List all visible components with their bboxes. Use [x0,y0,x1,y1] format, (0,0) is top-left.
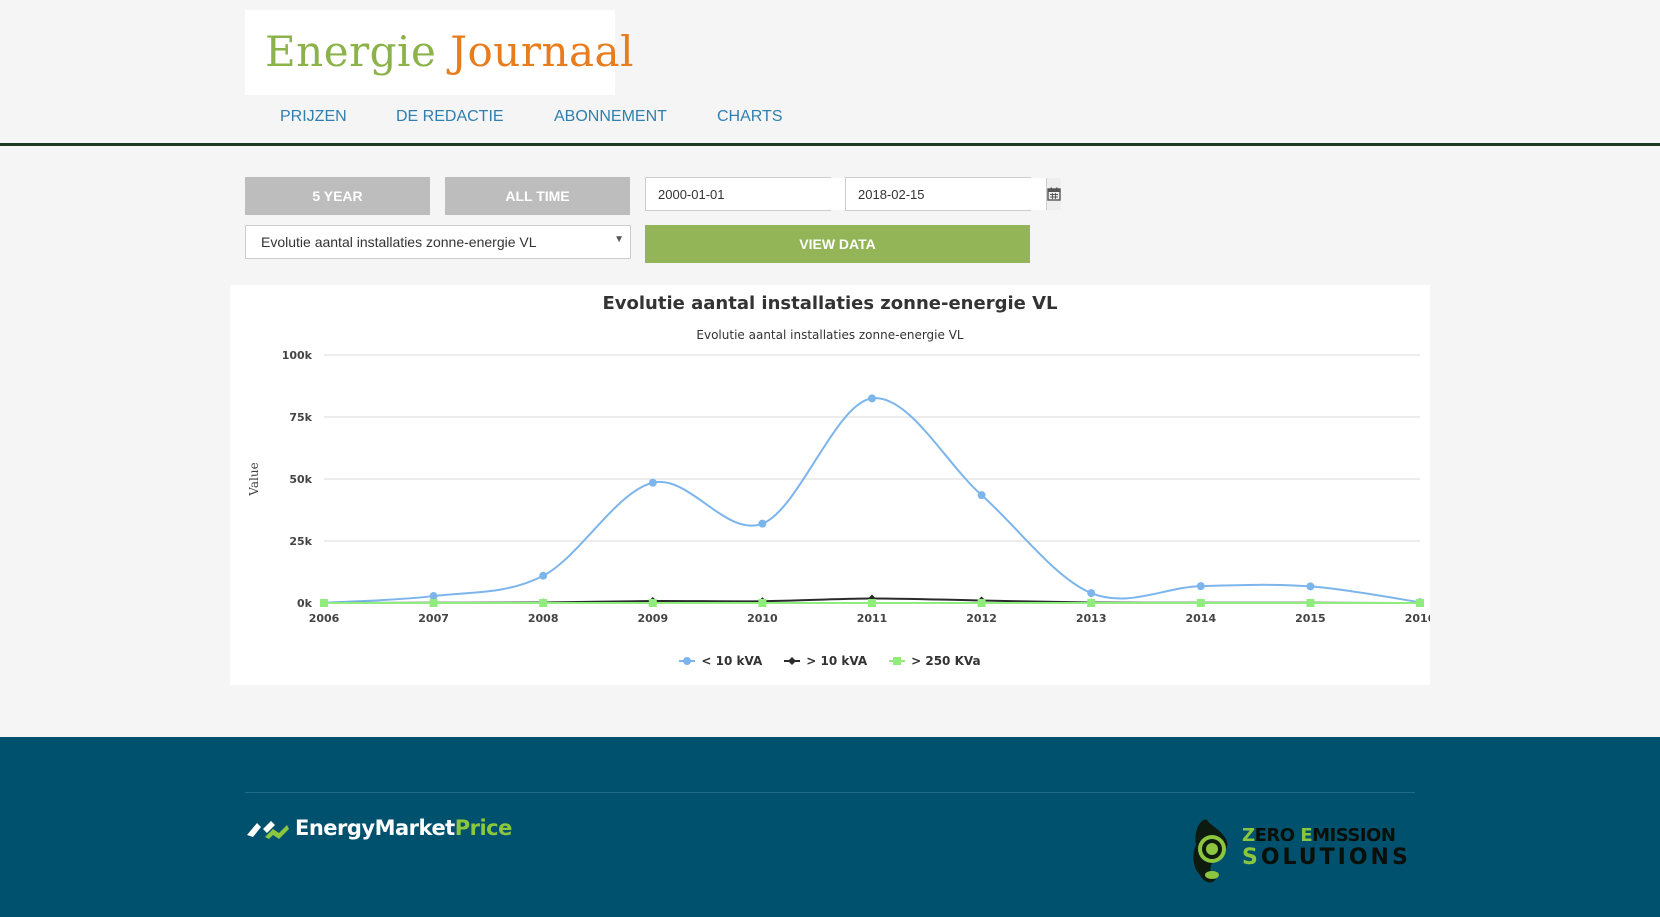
footer: EnergyMarketPrice ZERO EMISSION SOLUTION… [0,737,1660,917]
legend-item-0[interactable]: < 10 kVA [679,654,762,668]
series-0-point [1087,589,1096,598]
x-tick-label: 2014 [1185,612,1216,625]
zero-emission-text: ZERO EMISSION [1242,825,1396,846]
y-tick-label: 75k [289,411,312,424]
nav-item-prijzen[interactable]: PRIJZEN [280,108,347,126]
x-tick-label: 2013 [1076,612,1107,625]
chart-legend: < 10 kVA > 10 kVA > 250 KVa [230,654,1430,668]
zero-emission-swirl-icon [1193,819,1228,883]
series-0-point [758,519,767,528]
series-2-point [1087,599,1096,607]
x-tick-label: 2015 [1295,612,1326,625]
series-0-point [1196,582,1205,591]
all-time-button[interactable]: ALL TIME [445,177,630,215]
series-2-point [977,599,986,607]
series-2-point [320,599,328,607]
logo-text: Energie Journaal [265,28,634,76]
five-year-button[interactable]: 5 YEAR [245,177,430,215]
legend-marker-icon [889,657,906,665]
legend-label: > 250 KVa [911,654,981,668]
site-logo[interactable]: Energie Journaal [245,10,634,95]
series-2-point [429,599,438,607]
nav-item-de-redactie[interactable]: DE REDACTIE [396,108,504,126]
series-0-line [323,397,1421,604]
view-data-button[interactable]: VIEW DATA [645,225,1030,263]
series-0-point [868,394,876,403]
x-tick-label: 2006 [309,612,340,625]
series-0-point [648,478,657,487]
x-tick-label: 2016 [1405,612,1430,625]
series-2-point [868,599,876,607]
legend-label: > 10 kVA [806,654,868,668]
legend-label: < 10 kVA [701,654,763,668]
date-from-input[interactable] [646,178,846,210]
date-to-input[interactable] [846,178,1046,210]
legend-marker-icon [784,657,801,665]
series-2-point [758,599,767,607]
x-tick-label: 2009 [637,612,668,625]
legend-item-1[interactable]: > 10 kVA [784,654,867,668]
chart-panel: Evolutie aantal installaties zonne-energ… [230,285,1430,685]
legend-marker-icon [679,657,696,665]
series-2-point [1416,599,1424,607]
logo-word-energie: Energie [265,27,437,76]
y-tick-label: 25k [289,535,312,548]
series-2-point [648,599,657,607]
date-from-group [645,177,861,211]
x-tick-label: 2012 [966,612,997,625]
logo-word-journaal: Journaal [450,27,634,76]
line-chart: 0k 25k 50k 75k 100k 2006 2007 2008 2009 2010 2011 2… [247,349,1430,625]
series-2-point [1306,599,1315,607]
y-tick-label: 50k [289,473,312,486]
x-tick-label: 2010 [747,612,778,625]
legend-item-2[interactable]: > 250 KVa [889,654,981,668]
dataset-select-value: Evolutie aantal installaties zonne-energ… [261,234,537,250]
series-0-point [977,491,986,500]
x-tick-label: 2011 [857,612,888,625]
zero-emission-solutions-logo[interactable]: ZERO EMISSION SOLUTIONS [1190,817,1408,887]
footer-divider [245,792,1415,793]
nav-item-abonnement[interactable]: ABONNEMENT [554,108,667,126]
energymarketprice-logo[interactable]: EnergyMarketPrice [245,815,512,841]
series-0-point [539,571,548,580]
series-0-point [1306,582,1315,591]
caret-down-icon: ▼ [614,234,624,245]
x-tick-label: 2007 [418,612,449,625]
series-2-point [1196,599,1205,607]
energymarketprice-mark-icon [247,821,289,839]
dataset-select[interactable]: Evolutie aantal installaties zonne-energ… [245,225,631,259]
solutions-text: SOLUTIONS [1242,845,1411,870]
date-to-picker[interactable] [1046,178,1061,210]
y-tick-label: 100k [282,349,313,362]
calendar-icon [1047,187,1061,201]
series-2-point [539,599,548,607]
x-tick-label: 2008 [528,612,559,625]
date-to-group [845,177,1061,211]
header-divider [0,143,1660,146]
nav-item-charts[interactable]: CHARTS [717,108,783,126]
y-axis-label: Value [247,462,261,496]
y-tick-label: 0k [297,597,313,610]
energymarketprice-text: EnergyMarketPrice [295,816,512,840]
